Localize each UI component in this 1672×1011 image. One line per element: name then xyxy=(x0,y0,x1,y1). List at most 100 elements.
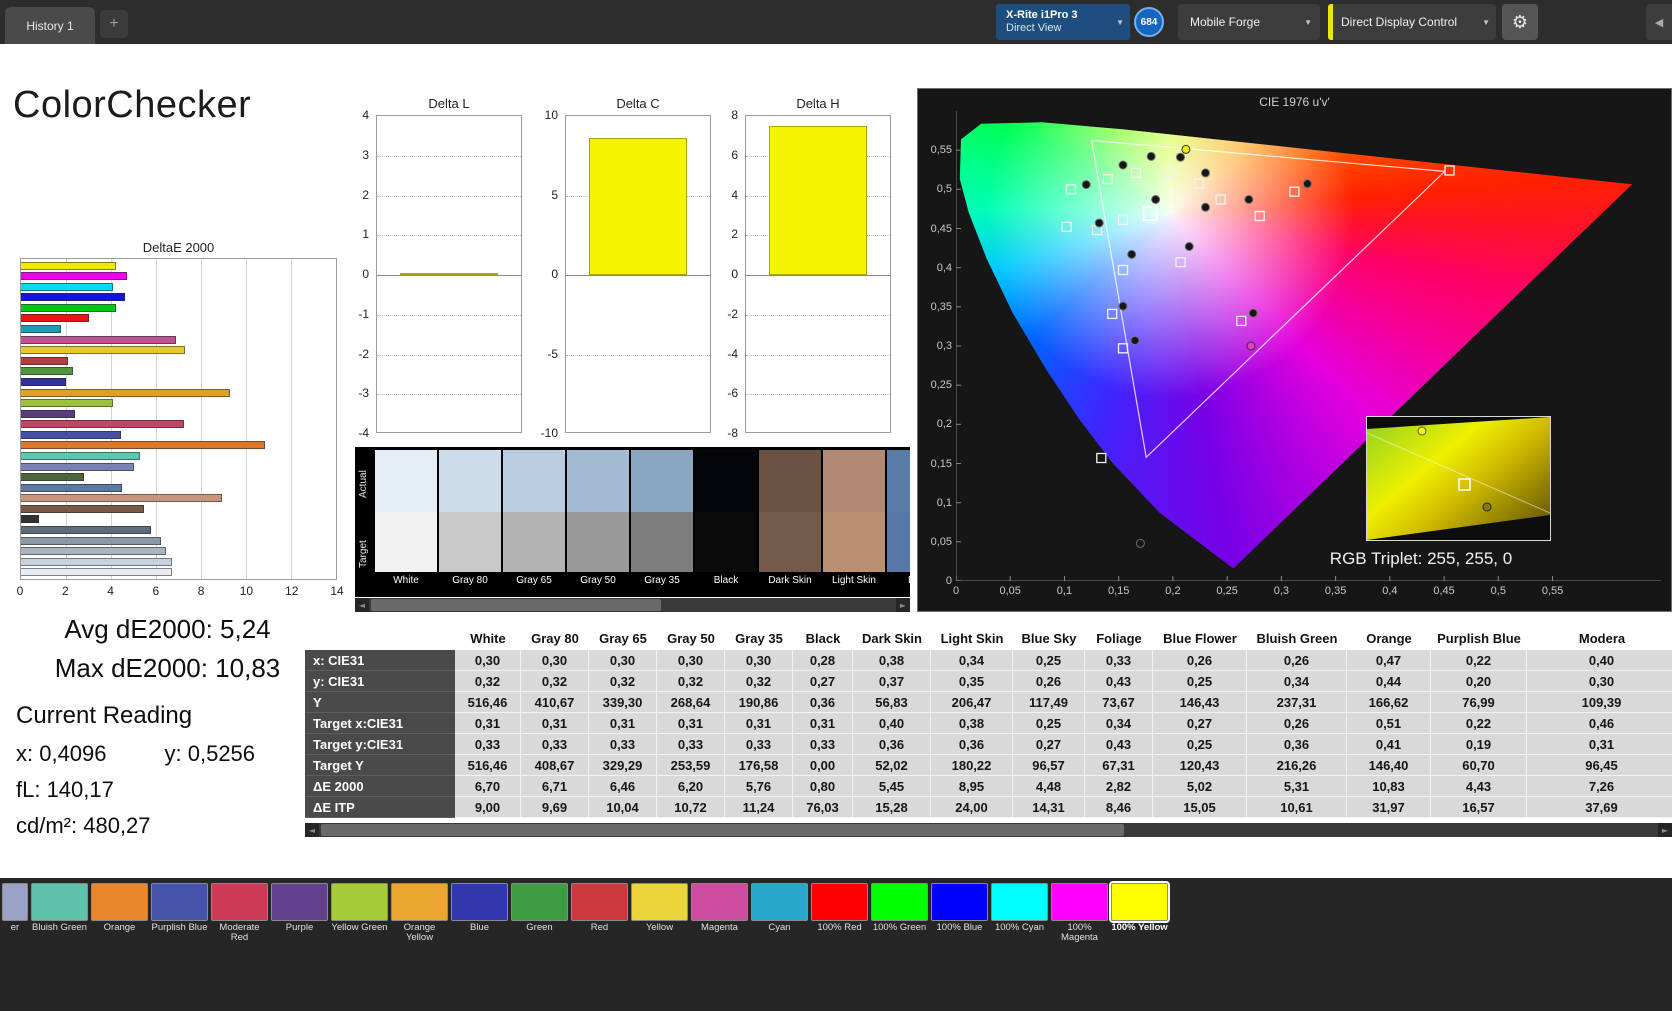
patch-button-purplish-blue[interactable]: Purplish Blue xyxy=(151,883,208,945)
tab-history-1[interactable]: History 1 xyxy=(5,7,95,44)
table-scrollbar[interactable]: ◄ ► xyxy=(305,823,1672,837)
patch-color xyxy=(1051,883,1108,921)
add-tab-button[interactable]: + xyxy=(100,10,128,38)
table-cell: 0,33 xyxy=(725,734,793,755)
table-cell: 0,40 xyxy=(853,713,931,734)
delta-chart-h: Delta H 8 6 4 2 0 -2 -4 -6 -8 xyxy=(707,96,893,456)
source-selector[interactable]: Mobile Forge ▼ xyxy=(1178,4,1320,40)
patch-button-100-blue[interactable]: 100% Blue xyxy=(931,883,988,945)
swatch-label: Gray 35 xyxy=(644,575,680,586)
scrollbar-thumb[interactable] xyxy=(371,599,661,611)
patch-button-red[interactable]: Red xyxy=(571,883,628,945)
axis-tick-label: 0,4 xyxy=(936,261,952,274)
cie-title: CIE 1976 u'v' xyxy=(1259,95,1330,109)
cie-inset-graphic xyxy=(1366,417,1551,540)
deltae-bar xyxy=(21,335,177,344)
collapse-panel-button[interactable]: ◀ xyxy=(1646,4,1672,40)
table-cell: 0,25 xyxy=(1013,713,1085,734)
table-cell: 0,32 xyxy=(589,671,657,692)
table-cell: 0,37 xyxy=(853,671,931,692)
table-cell: 0,31 xyxy=(1527,734,1672,755)
table-cell: 96,45 xyxy=(1527,755,1672,776)
deltae-bar-row xyxy=(21,420,336,429)
meter-selector[interactable]: X-Rite i1Pro 3 Direct View ▼ xyxy=(996,4,1130,40)
deltae-bar-row xyxy=(21,325,336,334)
deltae-bar xyxy=(21,451,141,460)
table-cell: 0,25 xyxy=(1153,734,1247,755)
patch-button-yellow[interactable]: Yellow xyxy=(631,883,688,945)
axis-tick-label: 0,15 xyxy=(930,457,952,470)
patch-button-100-yellow[interactable]: 100% Yellow xyxy=(1109,881,1170,945)
table-cell: 6,71 xyxy=(521,776,589,797)
patch-color xyxy=(331,883,388,921)
deltae-bar-row xyxy=(21,356,336,365)
chart-gridline xyxy=(746,354,890,356)
table-cell: 0,31 xyxy=(455,713,521,734)
table-cell: 146,43 xyxy=(1153,692,1247,713)
table-cell: 117,49 xyxy=(1013,692,1085,713)
deltae-bar xyxy=(21,473,85,482)
patch-color xyxy=(811,883,868,921)
chart-gridline xyxy=(377,155,521,157)
patch-button-100-magenta[interactable]: 100% Magenta xyxy=(1051,883,1108,945)
axis-tick-label: 0 xyxy=(731,267,738,281)
chart-gridline xyxy=(746,394,890,396)
table-cell: 0,26 xyxy=(1153,650,1247,671)
deltae-bar-row xyxy=(21,430,336,439)
patch-button-blue[interactable]: Blue xyxy=(451,883,508,945)
patch-button-100-green[interactable]: 100% Green xyxy=(871,883,928,945)
swatch-actual xyxy=(439,450,501,512)
table-cell: 0,34 xyxy=(1085,713,1153,734)
row-label: Target Y xyxy=(305,755,455,776)
patch-button-orange[interactable]: Orange xyxy=(91,883,148,945)
workflow-selector[interactable]: Direct Display Control ▼ xyxy=(1328,4,1496,40)
deltae-bar-row xyxy=(21,547,336,556)
patch-color xyxy=(691,883,748,921)
deltae-bar-row xyxy=(21,261,336,270)
patch-button-er[interactable]: er xyxy=(2,883,28,945)
table-cell: 0,33 xyxy=(455,734,521,755)
table-row: ΔE 2000 6,70 6,71 6,46 6,20 5,76 0,80 5,45 8,95 4… xyxy=(305,776,1672,797)
axis-tick-label: 0,3 xyxy=(1273,585,1290,597)
axis-tick-label: 0,55 xyxy=(1541,585,1564,597)
patch-button-yellow-green[interactable]: Yellow Green xyxy=(331,883,388,945)
patch-button-purple[interactable]: Purple xyxy=(271,883,328,945)
swatch-scrollbar[interactable]: ◄ ► xyxy=(355,598,910,612)
table-cell: 56,83 xyxy=(853,692,931,713)
deltae-bar xyxy=(21,367,73,376)
colorchecker-swatch: Black xyxy=(695,450,757,597)
table-cell: 237,31 xyxy=(1247,692,1347,713)
scroll-left-icon[interactable]: ◄ xyxy=(305,826,319,835)
scroll-right-icon[interactable]: ► xyxy=(1658,826,1672,835)
table-cell: 0,28 xyxy=(793,650,853,671)
table-cell: 190,86 xyxy=(725,692,793,713)
patch-color xyxy=(571,883,628,921)
table-cell: 216,26 xyxy=(1247,755,1347,776)
table-cell: 67,31 xyxy=(1085,755,1153,776)
settings-button[interactable]: ⚙ xyxy=(1502,4,1538,40)
table-cell: 0,32 xyxy=(455,671,521,692)
patch-button-green[interactable]: Green xyxy=(511,883,568,945)
scrollbar-thumb[interactable] xyxy=(321,824,1125,836)
swatch-target xyxy=(567,512,629,572)
scrollbar-track[interactable] xyxy=(369,598,896,612)
patch-button-cyan[interactable]: Cyan xyxy=(751,883,808,945)
table-cell: 0,27 xyxy=(1153,713,1247,734)
scroll-left-icon[interactable]: ◄ xyxy=(355,601,369,610)
patch-button-orange-yellow[interactable]: Orange Yellow xyxy=(391,883,448,945)
scroll-right-icon[interactable]: ► xyxy=(896,601,910,610)
patch-button-100-red[interactable]: 100% Red xyxy=(811,883,868,945)
patch-button-100-cyan[interactable]: 100% Cyan xyxy=(991,883,1048,945)
swatch-actual xyxy=(823,450,885,512)
patch-button-moderate-red[interactable]: Moderate Red xyxy=(211,883,268,945)
patch-button-magenta[interactable]: Magenta xyxy=(691,883,748,945)
swatch-actual xyxy=(503,450,565,512)
deltae-bar-row xyxy=(21,568,336,577)
axis-tick-label: 0,15 xyxy=(1107,585,1130,597)
zero-line xyxy=(746,275,890,276)
patch-button-bluish-green[interactable]: Bluish Green xyxy=(31,883,88,945)
column-header: Dark Skin xyxy=(862,631,922,646)
axis-tick-label: 0,45 xyxy=(930,222,952,235)
row-label: Y xyxy=(305,692,455,713)
scrollbar-track[interactable] xyxy=(319,823,1658,837)
